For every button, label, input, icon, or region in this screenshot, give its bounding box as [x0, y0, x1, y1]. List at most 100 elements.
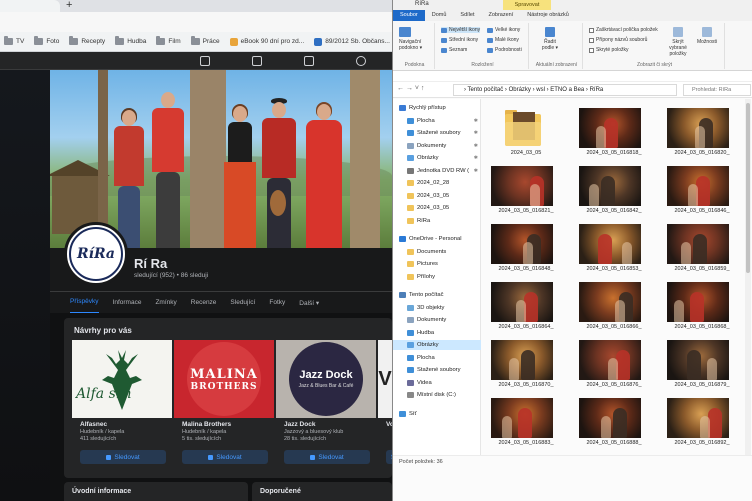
home-icon[interactable]: [200, 56, 210, 66]
image-file-item[interactable]: 2024_03_05_016848_: [485, 220, 567, 275]
video-icon[interactable]: [252, 56, 262, 66]
ribbon-tab-0[interactable]: Soubor: [393, 10, 425, 21]
ribbon-tab-2[interactable]: Sdílet: [453, 10, 481, 21]
browser-tab[interactable]: [0, 0, 60, 12]
image-file-item[interactable]: 2024_03_05_016866_: [573, 278, 655, 333]
nav-item-7[interactable]: 2024_03_05: [393, 191, 481, 201]
bookmark-4[interactable]: Film: [156, 36, 181, 45]
pin-icon[interactable]: ✱: [474, 155, 478, 161]
nav-item-21[interactable]: Videa: [393, 378, 481, 388]
breadcrumb[interactable]: › Tento počítač › Obrázky › wsl › ETNO a…: [453, 84, 677, 96]
navigation-pane-button[interactable]: Navigační podokno ▾: [399, 27, 433, 51]
nav-item-23[interactable]: Síť: [393, 409, 481, 419]
suggestion-card-alfasnec[interactable]: Alfa srn Alfasnec Hudebník / kapela 411 …: [72, 340, 172, 468]
bookmark-0[interactable]: TV: [4, 36, 24, 45]
manage-contextual-tab[interactable]: Spravovat: [503, 0, 551, 10]
image-file-item[interactable]: 2024_03_05_016870_: [485, 336, 567, 391]
folder-item[interactable]: 2024_03_05: [485, 104, 567, 159]
nav-item-15[interactable]: 3D objekty: [393, 303, 481, 313]
options-button[interactable]: Možnosti: [695, 27, 719, 45]
nav-item-5[interactable]: Jednotka DVD RW (✱: [393, 166, 481, 176]
nav-item-18[interactable]: Obrázky: [393, 340, 481, 350]
tab-5[interactable]: Fotky: [269, 292, 285, 314]
follow-button[interactable]: Sledovat: [80, 450, 166, 464]
nav-item-9[interactable]: RíRa: [393, 216, 481, 226]
new-tab-icon[interactable]: +: [66, 0, 72, 11]
image-file-item[interactable]: 2024_03_05_016868_: [661, 278, 743, 333]
nav-item-3[interactable]: Dokumenty ✱: [393, 141, 481, 151]
nav-item-22[interactable]: Místní disk (C:): [393, 390, 481, 400]
pin-icon[interactable]: ✱: [474, 143, 478, 149]
tab-0[interactable]: Příspěvky: [70, 292, 99, 314]
follow-button[interactable]: Sledovat: [284, 450, 370, 464]
nav-item-20[interactable]: Stažené soubory: [393, 365, 481, 375]
address-bar[interactable]: [0, 12, 392, 32]
nav-item-8[interactable]: 2024_03_05: [393, 203, 481, 213]
pin-icon[interactable]: ✱: [474, 118, 478, 124]
bookmark-6[interactable]: eBook 90 dní pro zd...: [229, 37, 304, 46]
tab-1[interactable]: Informace: [113, 292, 142, 314]
nav-item-11[interactable]: Documents: [393, 247, 481, 257]
suggestion-card-partial[interactable]: V Vo S: [378, 340, 392, 468]
checkbox-option-0[interactable]: Zaškrtávací políčka položek: [589, 27, 658, 33]
cover-photo[interactable]: [50, 70, 392, 248]
ribbon-tab-1[interactable]: Domů: [425, 10, 454, 21]
pin-icon[interactable]: ✱: [474, 130, 478, 136]
layout-option-2[interactable]: Seznam: [441, 47, 467, 53]
back-forward-up-icons[interactable]: ← → ˅ ↑: [397, 85, 424, 92]
checkbox[interactable]: [589, 37, 594, 43]
nav-item-10[interactable]: OneDrive - Personal: [393, 234, 481, 244]
nav-item-17[interactable]: Hudba: [393, 328, 481, 338]
nav-item-13[interactable]: Přílohy: [393, 272, 481, 282]
sort-by-button[interactable]: Řadit podle ▾: [539, 27, 561, 51]
layout-option-5[interactable]: Podrobnosti: [487, 47, 522, 53]
image-file-item[interactable]: 2024_03_05_016876_: [573, 336, 655, 391]
image-file-item[interactable]: 2024_03_05_016879_: [661, 336, 743, 391]
nav-item-4[interactable]: Obrázky ✱: [393, 153, 481, 163]
pin-icon[interactable]: ✱: [474, 168, 478, 174]
layout-option-0[interactable]: Největší ikony: [441, 27, 481, 33]
hide-selected-button[interactable]: Skrýt vybrané položky: [665, 27, 691, 57]
image-file-item[interactable]: 2024_03_05_016820_: [661, 104, 743, 159]
marketplace-icon[interactable]: [304, 56, 314, 66]
layout-option-3[interactable]: Velké ikony: [487, 27, 520, 33]
image-file-item[interactable]: 2024_03_05_016859_: [661, 220, 743, 275]
ribbon-tab-4[interactable]: Nástroje obrázků: [520, 10, 576, 21]
tab-6[interactable]: Další ▾: [299, 292, 319, 314]
nav-item-19[interactable]: Plocha: [393, 353, 481, 363]
bookmark-1[interactable]: Foto: [34, 36, 59, 45]
image-file-item[interactable]: 2024_03_05_016853_: [573, 220, 655, 275]
suggestion-card-jazz-dock[interactable]: Jazz Dock Jazz & Blues Bar & Café Jazz D…: [276, 340, 376, 468]
ribbon-tab-3[interactable]: Zobrazení: [482, 10, 521, 21]
nav-item-6[interactable]: 2024_02_28: [393, 178, 481, 188]
image-file-item[interactable]: 2024_03_05_016864_: [485, 278, 567, 333]
image-file-item[interactable]: 2024_03_05_016888_: [573, 394, 655, 449]
search-input[interactable]: Prohledat: RíRa: [683, 84, 751, 96]
nav-item-0[interactable]: Rychlý přístup: [393, 103, 481, 113]
tab-4[interactable]: Sledující: [230, 292, 255, 314]
checkbox-option-2[interactable]: Skryté položky: [589, 47, 629, 53]
suggestion-card-malina-brothers[interactable]: MALINA BROTHERS Malina Brothers Hudebník…: [174, 340, 274, 468]
tab-3[interactable]: Recenze: [191, 292, 217, 314]
layout-option-1[interactable]: Střední ikony: [441, 37, 478, 43]
image-file-item[interactable]: 2024_03_05_016892_: [661, 394, 743, 449]
image-file-item[interactable]: 2024_03_05_016883_: [485, 394, 567, 449]
bookmark-7[interactable]: 89/2012 Sb. Občans...: [314, 37, 390, 46]
image-file-item[interactable]: 2024_03_05_016842_: [573, 162, 655, 217]
nav-item-16[interactable]: Dokumenty: [393, 315, 481, 325]
nav-item-14[interactable]: Tento počítač: [393, 290, 481, 300]
avatar[interactable]: RíRa: [64, 222, 128, 286]
groups-icon[interactable]: [356, 56, 366, 66]
bookmark-2[interactable]: Recepty: [69, 36, 105, 45]
tab-2[interactable]: Zmínky: [155, 292, 176, 314]
bookmark-5[interactable]: Práce: [190, 36, 220, 45]
follow-button[interactable]: Sledovat: [182, 450, 268, 464]
nav-item-1[interactable]: Plocha ✱: [393, 116, 481, 126]
nav-item-2[interactable]: Stažené soubory ✱: [393, 128, 481, 138]
image-file-item[interactable]: 2024_03_05_016821_: [485, 162, 567, 217]
nav-item-12[interactable]: Pictures: [393, 259, 481, 269]
layout-option-4[interactable]: Malé ikony: [487, 37, 519, 43]
checkbox[interactable]: [589, 27, 594, 33]
image-file-item[interactable]: 2024_03_05_016846_: [661, 162, 743, 217]
checkbox[interactable]: [589, 47, 594, 53]
